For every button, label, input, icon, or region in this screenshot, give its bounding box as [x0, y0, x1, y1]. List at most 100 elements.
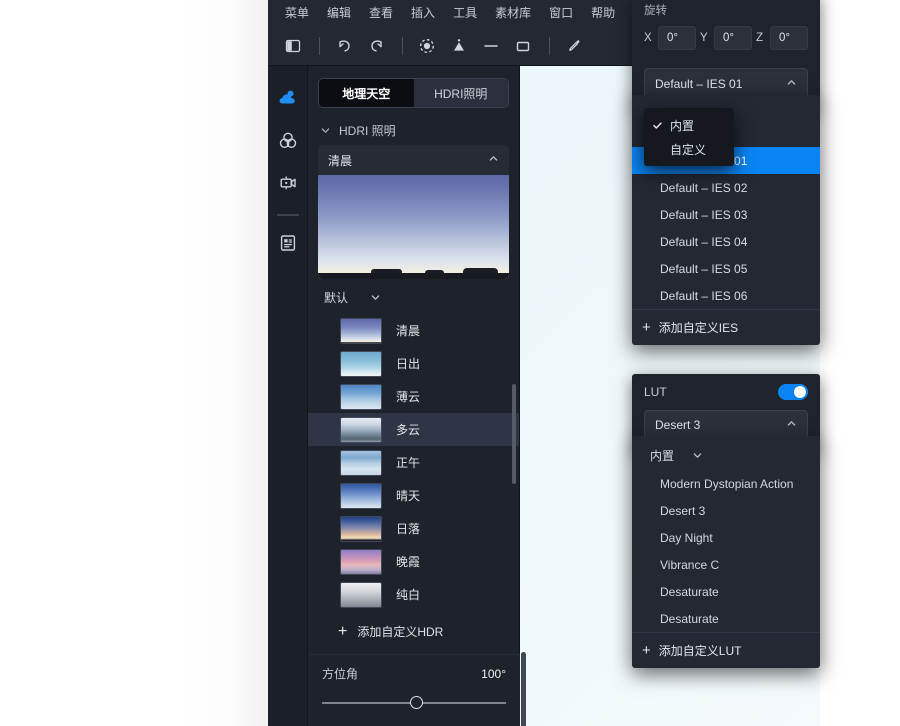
list-item-label: 日落	[396, 522, 421, 536]
ies-option-04[interactable]: Default – IES 04	[632, 228, 820, 255]
list-item-label: 晚霞	[396, 555, 421, 569]
list-item[interactable]: 纯白	[308, 578, 519, 611]
slider-knob[interactable]	[410, 696, 424, 709]
light-line-icon[interactable]	[476, 32, 506, 60]
menu-insert[interactable]: 插入	[402, 0, 444, 26]
rail-item-color-grading[interactable]	[268, 122, 308, 164]
add-custom-lut-button[interactable]: + 添加自定义LUT	[632, 632, 820, 668]
toolbar-separator-2	[402, 36, 403, 55]
hdri-thumbnail	[340, 515, 382, 542]
ies-option-02[interactable]: Default – IES 02	[632, 174, 820, 201]
list-item-label: 纯白	[396, 588, 421, 602]
light-point-icon[interactable]	[412, 32, 442, 60]
tab-geo-sky[interactable]: 地理天空	[319, 79, 414, 107]
panel-scrollbar[interactable]	[512, 384, 516, 484]
document-background	[0, 0, 300, 726]
hdri-section-header[interactable]: HDRI 照明	[320, 122, 519, 139]
lut-option-vibrance-c[interactable]: Vibrance C	[632, 551, 820, 578]
ies-source-builtin-label: 内置	[670, 118, 695, 133]
list-item[interactable]: 薄云	[308, 380, 519, 413]
hdri-current-card: 清晨	[318, 145, 509, 279]
lut-group-label: 内置	[650, 448, 675, 463]
rail-item-document[interactable]	[268, 224, 308, 266]
rail-item-camera[interactable]	[268, 164, 308, 206]
list-item-label: 日出	[396, 357, 421, 371]
ies-option-06[interactable]: Default – IES 06	[632, 282, 820, 309]
hdri-group-selector[interactable]: 默认	[308, 279, 519, 314]
ies-select-value: Default – IES 01	[655, 77, 743, 91]
add-custom-hdr-button[interactable]: + 添加自定义HDR	[308, 613, 519, 650]
hdri-section-title: HDRI 照明	[339, 124, 396, 138]
lut-option-desert-3[interactable]: Desert 3	[632, 497, 820, 524]
lut-option-desaturate-1[interactable]: Desaturate	[632, 578, 820, 605]
rotation-axis-z-label: Z	[756, 32, 764, 44]
hdri-group-label: 默认	[324, 291, 349, 305]
ies-option-03[interactable]: Default – IES 03	[632, 201, 820, 228]
lut-option-day-night[interactable]: Day Night	[632, 524, 820, 551]
plus-icon: +	[338, 622, 348, 640]
icon-rail	[268, 66, 308, 726]
ies-option-05[interactable]: Default – IES 05	[632, 255, 820, 282]
menu-tools[interactable]: 工具	[444, 0, 486, 26]
chevron-down-icon	[692, 450, 703, 461]
lut-group-selector[interactable]: 内置	[632, 440, 820, 470]
redo-icon[interactable]	[361, 32, 391, 60]
list-item[interactable]: 晴天	[308, 479, 519, 512]
light-spot-icon[interactable]	[444, 32, 474, 60]
list-item[interactable]: 多云	[308, 413, 519, 446]
hdri-thumbnail	[340, 548, 382, 575]
list-item[interactable]: 清晨	[308, 314, 519, 347]
screenshot-root: 菜单 编辑 查看 插入 工具 素材库 窗口 帮助 地理天空 HDRI照明 HDR…	[0, 0, 900, 726]
azimuth-slider[interactable]	[322, 696, 506, 710]
plus-icon: +	[642, 319, 651, 336]
viewport-scrollbar[interactable]	[521, 652, 526, 726]
list-item[interactable]: 日出	[308, 347, 519, 380]
add-custom-ies-label: 添加自定义IES	[658, 321, 739, 335]
hdri-current-name: 清晨	[328, 153, 353, 168]
lut-option-modern-dystopian-action[interactable]: Modern Dystopian Action	[632, 470, 820, 497]
rotation-y-input[interactable]: 0°	[714, 26, 752, 50]
menu-help[interactable]: 帮助	[582, 0, 624, 26]
ies-source-builtin[interactable]: 内置	[644, 113, 734, 137]
rotation-x-input[interactable]: 0°	[658, 26, 696, 50]
azimuth-row: 方位角 100°	[322, 665, 506, 682]
chevron-up-icon	[786, 418, 797, 432]
lut-option-desaturate-2[interactable]: Desaturate	[632, 605, 820, 632]
hdri-preset-list: 清晨 日出 薄云 多云 正午 晴天 日落 晚霞 纯白	[308, 314, 519, 613]
azimuth-label: 方位角	[322, 667, 359, 681]
hdri-thumbnail	[340, 416, 382, 443]
ies-source-custom[interactable]: 自定义	[644, 137, 734, 161]
tab-hdri-lighting[interactable]: HDRI照明	[413, 79, 508, 107]
panel-toggle-icon[interactable]	[278, 32, 308, 60]
list-item[interactable]: 正午	[308, 446, 519, 479]
check-icon	[652, 120, 670, 131]
hdri-thumbnail	[340, 350, 382, 377]
list-item[interactable]: 日落	[308, 512, 519, 545]
menu-edit[interactable]: 编辑	[318, 0, 360, 26]
hdri-thumbnail	[340, 317, 382, 344]
light-area-icon[interactable]	[508, 32, 538, 60]
add-custom-hdr-label: 添加自定义HDR	[357, 625, 444, 639]
menu-window[interactable]: 窗口	[540, 0, 582, 26]
camera-icon	[277, 172, 299, 199]
lut-enable-toggle[interactable]	[778, 384, 808, 400]
lut-dropdown-list: 内置 Modern Dystopian Action Desert 3 Day …	[632, 436, 820, 668]
properties-panel: 地理天空 HDRI照明 HDRI 照明 清晨 默认 清晨 日出 薄云 多云 正午…	[308, 66, 520, 726]
undo-icon[interactable]	[329, 32, 359, 60]
menu-library[interactable]: 素材库	[486, 0, 540, 26]
hdri-current-header[interactable]: 清晨	[318, 145, 509, 175]
list-item[interactable]: 晚霞	[308, 545, 519, 578]
add-custom-ies-button[interactable]: + 添加自定义IES	[632, 309, 820, 345]
rail-separator	[276, 214, 299, 216]
azimuth-control: 方位角 100°	[308, 654, 520, 726]
menu-main[interactable]: 菜单	[276, 0, 318, 26]
rotation-z-input[interactable]: 0°	[770, 26, 808, 50]
menu-view[interactable]: 查看	[360, 0, 402, 26]
eyedropper-icon[interactable]	[559, 32, 589, 60]
rail-item-cloud-sky[interactable]	[268, 80, 308, 122]
rotation-fields: X 0° Y 0° Z 0°	[644, 26, 808, 50]
list-item-label: 薄云	[396, 390, 421, 404]
lut-header: LUT	[644, 384, 808, 400]
document-icon	[277, 232, 299, 259]
hdri-thumbnail	[340, 581, 382, 608]
